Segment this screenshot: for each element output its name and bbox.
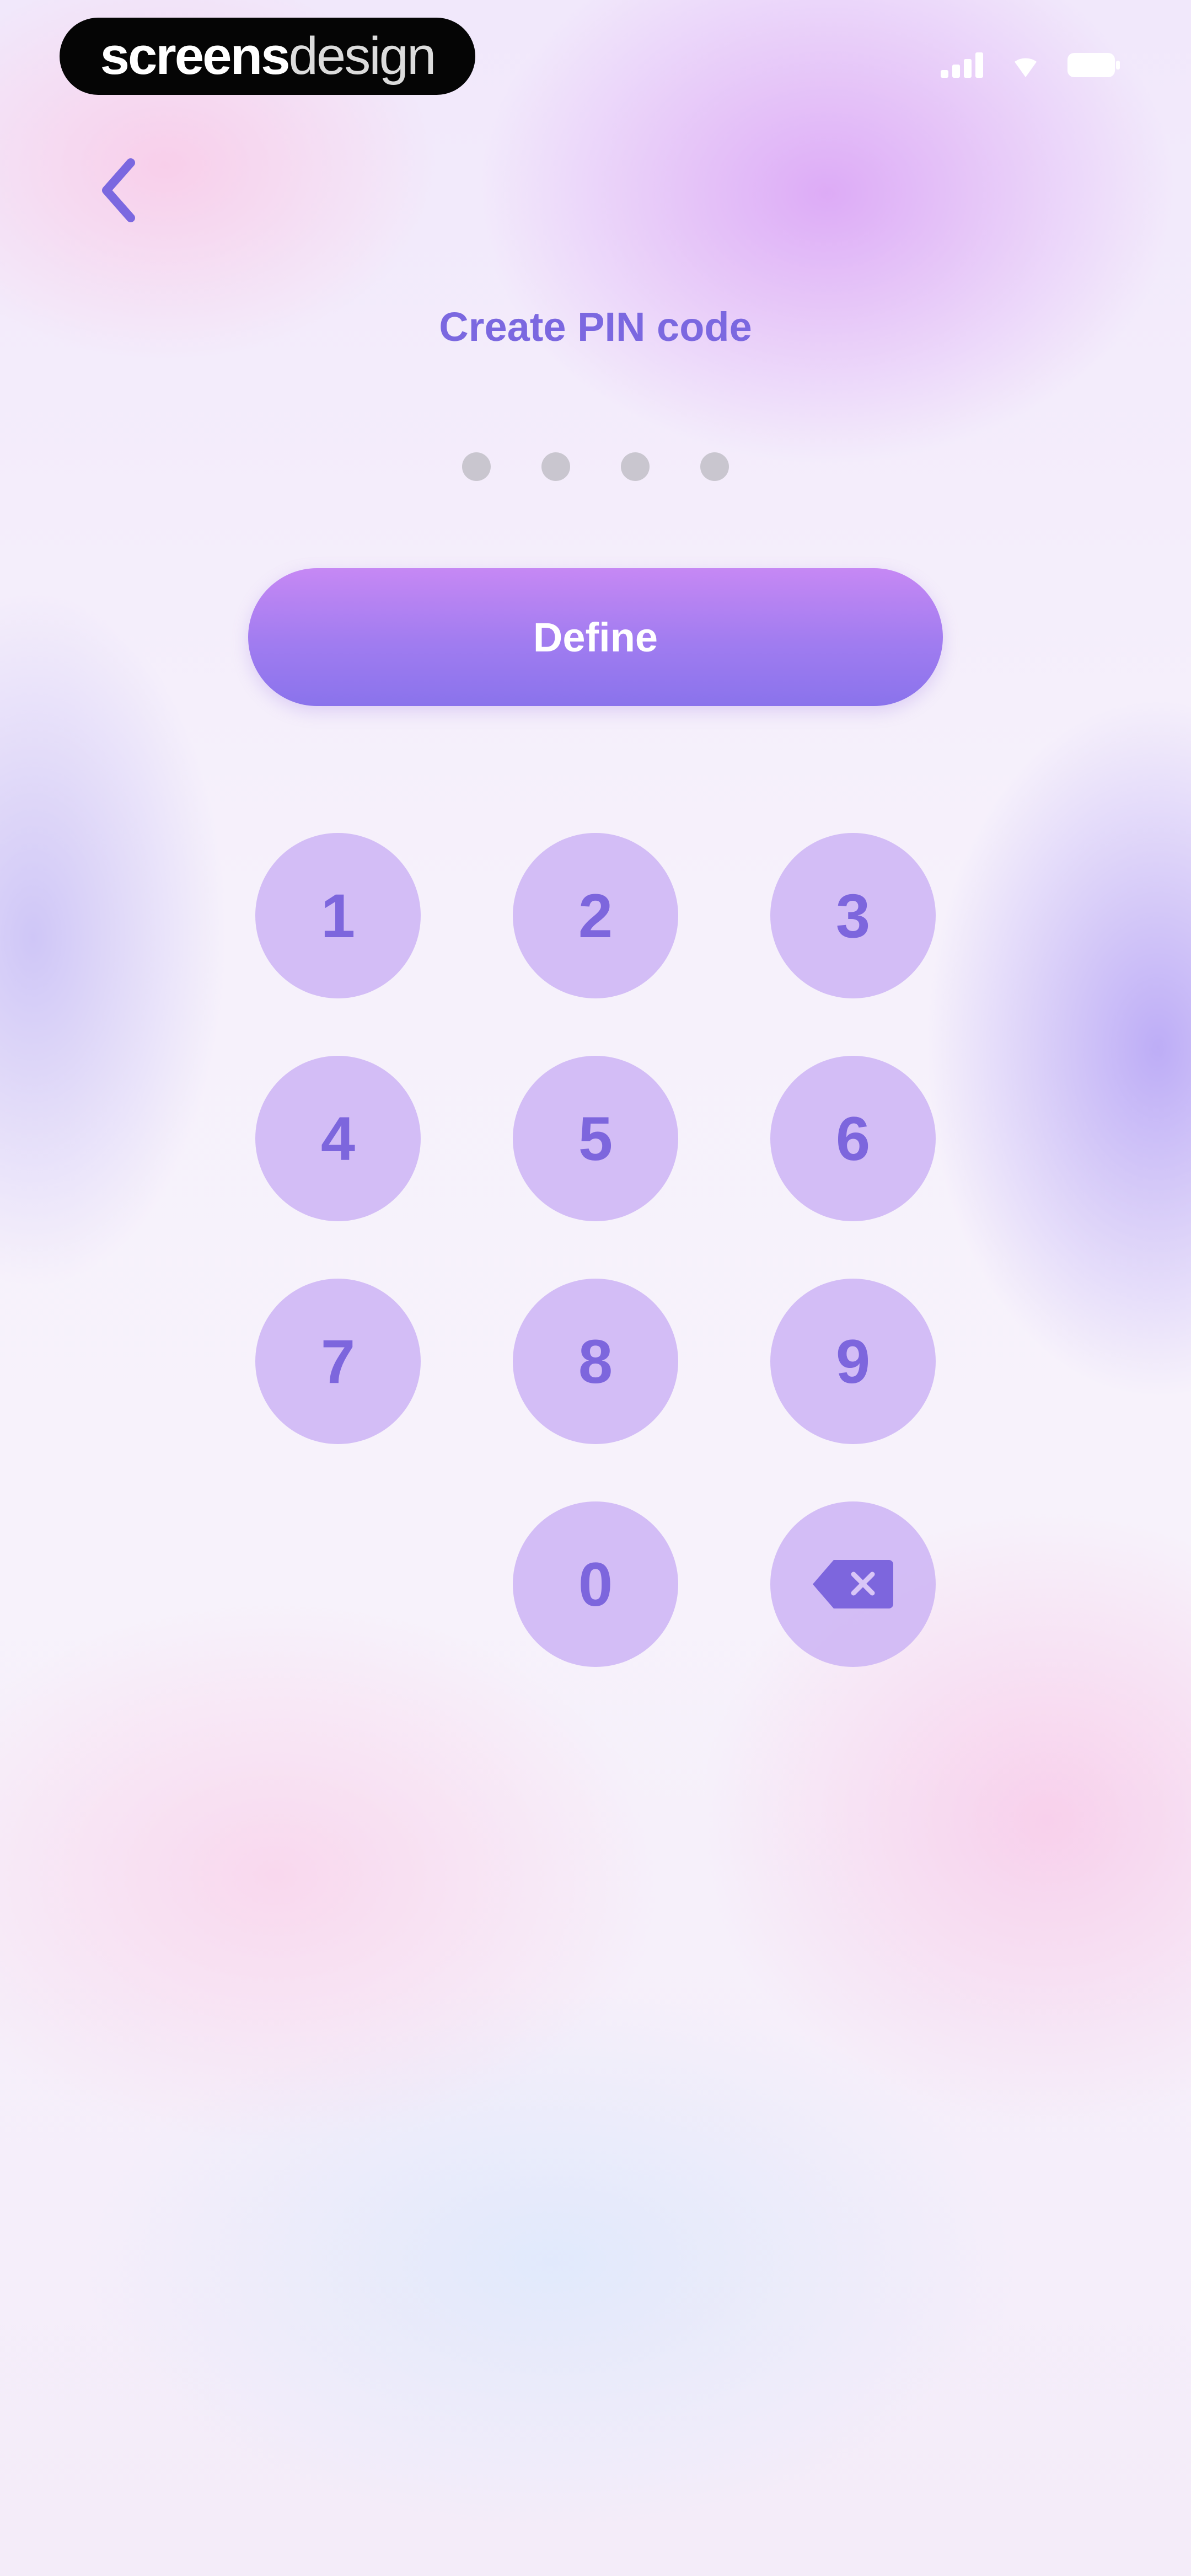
brand-text-secondary: design bbox=[288, 26, 437, 85]
pin-indicator bbox=[0, 452, 1191, 481]
wifi-icon bbox=[1015, 58, 1037, 77]
signal-icon bbox=[941, 52, 983, 78]
key-0[interactable]: 0 bbox=[513, 1501, 678, 1667]
pin-dot bbox=[621, 452, 650, 481]
key-3[interactable]: 3 bbox=[770, 833, 936, 998]
chevron-left-icon bbox=[102, 158, 135, 222]
battery-icon bbox=[1067, 53, 1120, 77]
backspace-icon bbox=[813, 1560, 893, 1608]
back-button[interactable] bbox=[83, 154, 154, 226]
keypad: 1 2 3 4 5 6 7 8 9 0 bbox=[255, 833, 936, 1667]
key-2[interactable]: 2 bbox=[513, 833, 678, 998]
page-title: Create PIN code bbox=[439, 304, 752, 350]
brand-logo: screensdesign bbox=[60, 18, 475, 95]
key-6[interactable]: 6 bbox=[770, 1056, 936, 1221]
key-7[interactable]: 7 bbox=[255, 1279, 421, 1444]
key-1[interactable]: 1 bbox=[255, 833, 421, 998]
key-4[interactable]: 4 bbox=[255, 1056, 421, 1221]
status-icons bbox=[941, 52, 1120, 78]
key-5[interactable]: 5 bbox=[513, 1056, 678, 1221]
define-button[interactable]: Define bbox=[248, 568, 943, 706]
backspace-button[interactable] bbox=[770, 1501, 936, 1667]
key-9[interactable]: 9 bbox=[770, 1279, 936, 1444]
pin-dot bbox=[462, 452, 491, 481]
key-8[interactable]: 8 bbox=[513, 1279, 678, 1444]
pin-dot bbox=[541, 452, 570, 481]
pin-screen: screensdesign Create PIN code Define 1 2 bbox=[0, 0, 1191, 2576]
brand-text-primary: screens bbox=[100, 26, 291, 85]
pin-dot bbox=[700, 452, 729, 481]
keypad-spacer bbox=[255, 1501, 421, 1667]
